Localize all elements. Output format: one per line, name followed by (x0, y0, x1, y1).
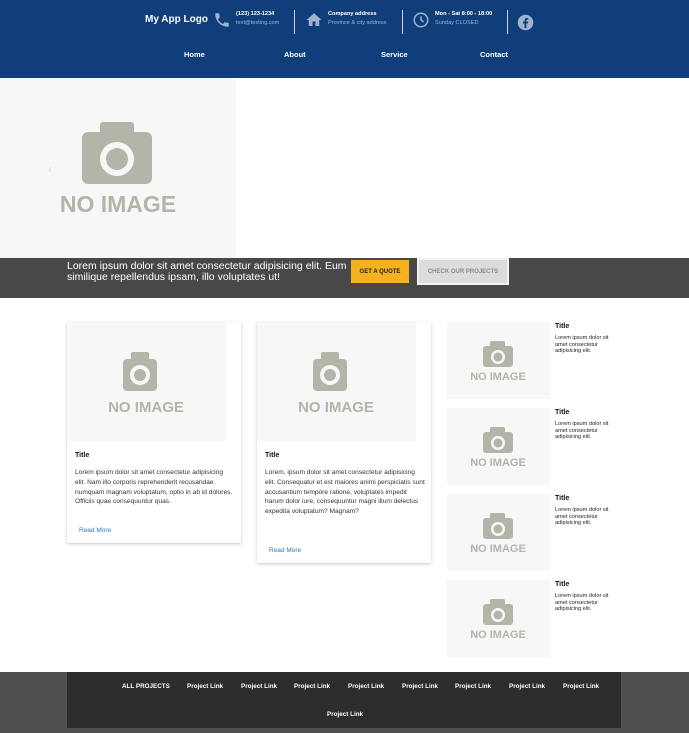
camera-icon (483, 427, 513, 453)
opening-hours: Mon - Sat 8:00 - 18:00 Sunday CLOSED (412, 10, 492, 36)
home-icon (306, 13, 322, 26)
nav-contact[interactable]: Contact (480, 50, 508, 59)
company-address: Company address (328, 11, 377, 17)
province-address: Province & city address (328, 20, 387, 26)
contact-phone: (123) 123-1234 text@testing.com (213, 10, 279, 36)
camera-icon (123, 352, 157, 391)
side-item-body: Lorem ipsum dolor sit amet consectetur a… (555, 507, 609, 526)
side-item-title: Title (555, 495, 570, 502)
phone-icon (215, 13, 229, 27)
camera-icon (82, 122, 152, 184)
no-image-placeholder: NO IMAGE (108, 352, 184, 416)
side-item-body: Lorem ipsum dolor sit amet consectetur a… (555, 335, 609, 354)
camera-icon (483, 513, 513, 539)
side-item-title: Title (555, 323, 570, 330)
footer-project-links (67, 672, 621, 728)
side-item-title: Title (555, 581, 570, 588)
camera-icon (313, 352, 347, 391)
svg-text:NO IMAGE: NO IMAGE (470, 629, 526, 641)
footer-project-link[interactable]: Project Link (455, 683, 491, 690)
card: NO IMAGE Title Lorem ipsum dolor sit ame… (67, 322, 241, 543)
email-address[interactable]: text@testing.com (236, 19, 279, 28)
footer-project-link[interactable]: Project Link (241, 683, 277, 690)
svg-text:NO IMAGE: NO IMAGE (470, 543, 526, 555)
footer-project-link[interactable]: Project Link (563, 683, 599, 690)
card-title: Title (75, 452, 90, 459)
footer-project-link[interactable]: Project Link (187, 683, 223, 690)
card-body: Lorem ipsum dolor sit amet consectetur a… (75, 469, 233, 506)
no-image-placeholder: NO IMAGE (470, 341, 526, 383)
side-item-image: NO IMAGE (447, 494, 550, 571)
footer-project-link[interactable]: Project Link (402, 683, 438, 690)
app-logo[interactable]: My App Logo (145, 14, 208, 25)
svg-text:NO IMAGE: NO IMAGE (470, 371, 526, 383)
nav-about[interactable]: About (284, 50, 306, 59)
divider (402, 10, 403, 34)
weekday-hours: Mon - Sat 8:00 - 18:00 (435, 11, 493, 17)
clock-icon (413, 12, 429, 28)
site-header: My App Logo (123) 123-1234 text@testing.… (0, 0, 689, 78)
no-image-placeholder: NO IMAGE (470, 427, 526, 469)
read-more-link[interactable]: Read More (269, 547, 301, 554)
card-image: NO IMAGE (67, 322, 226, 441)
footer-project-link[interactable]: Project Link (348, 683, 384, 690)
no-image-placeholder: NO IMAGE (470, 513, 526, 555)
divider (507, 10, 508, 34)
get-quote-button[interactable]: GET A QUOTE (351, 260, 409, 283)
svg-text:NO IMAGE: NO IMAGE (298, 399, 374, 416)
check-projects-button[interactable]: CHECK OUR PROJECTS (417, 258, 509, 285)
footer-project-link[interactable]: Project Link (509, 683, 545, 690)
contact-address: Company address Province & city address (305, 10, 386, 36)
svg-text:NO IMAGE: NO IMAGE (470, 457, 526, 469)
nav-service[interactable]: Service (381, 50, 408, 59)
card-body: Lorem, ipsum dolor sit amet consectetur … (265, 469, 425, 516)
banner-text: Lorem ipsum dolor sit amet consectetur a… (67, 260, 347, 283)
camera-icon (483, 341, 513, 367)
side-item-body: Lorem ipsum dolor sit amet consectetur a… (555, 593, 609, 612)
chevron-left-icon[interactable]: ‹ (48, 162, 52, 176)
card-image: NO IMAGE (257, 322, 416, 441)
no-image-placeholder: NO IMAGE (298, 352, 374, 416)
nav-home[interactable]: Home (184, 50, 205, 59)
svg-text:NO IMAGE: NO IMAGE (108, 399, 184, 416)
side-item-image: NO IMAGE (447, 408, 550, 485)
facebook-icon[interactable] (517, 14, 534, 31)
no-image-placeholder: NO IMAGE (60, 122, 176, 217)
hero-image: NO IMAGE (0, 78, 236, 258)
side-item-body: Lorem ipsum dolor sit amet consectetur a… (555, 421, 609, 440)
divider (294, 10, 295, 34)
card-title: Title (265, 452, 280, 459)
card: NO IMAGE Title Lorem, ipsum dolor sit am… (257, 322, 431, 563)
read-more-link[interactable]: Read More (79, 527, 111, 534)
side-item-title: Title (555, 409, 570, 416)
footer-all-projects[interactable]: ALL PROJECTS (122, 683, 170, 690)
svg-text:NO IMAGE: NO IMAGE (60, 191, 176, 217)
phone-number[interactable]: (123) 123-1234 (236, 10, 279, 19)
camera-icon (483, 599, 513, 625)
footer-project-link[interactable]: Project Link (327, 711, 363, 718)
no-image-placeholder: NO IMAGE (470, 599, 526, 641)
side-item-image: NO IMAGE (447, 580, 550, 657)
side-item-image: NO IMAGE (447, 322, 550, 399)
footer-project-link[interactable]: Project Link (294, 683, 330, 690)
sunday-hours: Sunday CLOSED (435, 20, 479, 26)
